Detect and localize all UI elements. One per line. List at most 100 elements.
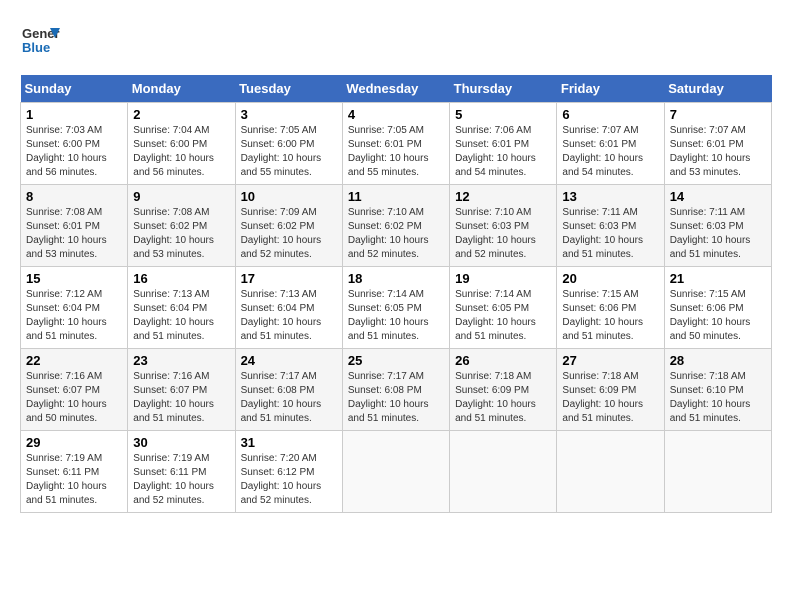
day-info: Sunrise: 7:10 AMSunset: 6:02 PMDaylight:… [348, 207, 429, 260]
calendar-cell: 24 Sunrise: 7:17 AMSunset: 6:08 PMDaylig… [235, 349, 342, 431]
day-number: 30 [133, 435, 229, 450]
day-number: 7 [670, 107, 766, 122]
calendar-cell: 15 Sunrise: 7:12 AMSunset: 6:04 PMDaylig… [21, 267, 128, 349]
day-info: Sunrise: 7:13 AMSunset: 6:04 PMDaylight:… [133, 289, 214, 342]
day-number: 17 [241, 271, 337, 286]
calendar-cell: 21 Sunrise: 7:15 AMSunset: 6:06 PMDaylig… [664, 267, 771, 349]
calendar-cell: 4 Sunrise: 7:05 AMSunset: 6:01 PMDayligh… [342, 103, 449, 185]
day-info: Sunrise: 7:17 AMSunset: 6:08 PMDaylight:… [348, 371, 429, 424]
calendar-cell: 10 Sunrise: 7:09 AMSunset: 6:02 PMDaylig… [235, 185, 342, 267]
day-info: Sunrise: 7:18 AMSunset: 6:09 PMDaylight:… [455, 371, 536, 424]
day-info: Sunrise: 7:03 AMSunset: 6:00 PMDaylight:… [26, 125, 107, 178]
day-number: 24 [241, 353, 337, 368]
day-info: Sunrise: 7:17 AMSunset: 6:08 PMDaylight:… [241, 371, 322, 424]
day-number: 2 [133, 107, 229, 122]
day-number: 5 [455, 107, 551, 122]
calendar-cell: 8 Sunrise: 7:08 AMSunset: 6:01 PMDayligh… [21, 185, 128, 267]
day-info: Sunrise: 7:20 AMSunset: 6:12 PMDaylight:… [241, 453, 322, 506]
calendar-cell: 11 Sunrise: 7:10 AMSunset: 6:02 PMDaylig… [342, 185, 449, 267]
day-number: 25 [348, 353, 444, 368]
day-number: 20 [562, 271, 658, 286]
calendar-cell [450, 431, 557, 513]
day-info: Sunrise: 7:19 AMSunset: 6:11 PMDaylight:… [26, 453, 107, 506]
day-number: 23 [133, 353, 229, 368]
calendar-cell: 2 Sunrise: 7:04 AMSunset: 6:00 PMDayligh… [128, 103, 235, 185]
calendar-week-row: 22 Sunrise: 7:16 AMSunset: 6:07 PMDaylig… [21, 349, 772, 431]
day-number: 8 [26, 189, 122, 204]
calendar-header-tuesday: Tuesday [235, 75, 342, 103]
calendar-cell: 12 Sunrise: 7:10 AMSunset: 6:03 PMDaylig… [450, 185, 557, 267]
day-info: Sunrise: 7:14 AMSunset: 6:05 PMDaylight:… [455, 289, 536, 342]
calendar-cell: 3 Sunrise: 7:05 AMSunset: 6:00 PMDayligh… [235, 103, 342, 185]
calendar-cell: 5 Sunrise: 7:06 AMSunset: 6:01 PMDayligh… [450, 103, 557, 185]
calendar-cell: 1 Sunrise: 7:03 AMSunset: 6:00 PMDayligh… [21, 103, 128, 185]
calendar-cell: 16 Sunrise: 7:13 AMSunset: 6:04 PMDaylig… [128, 267, 235, 349]
calendar-cell: 22 Sunrise: 7:16 AMSunset: 6:07 PMDaylig… [21, 349, 128, 431]
day-number: 12 [455, 189, 551, 204]
day-info: Sunrise: 7:06 AMSunset: 6:01 PMDaylight:… [455, 125, 536, 178]
calendar-cell: 17 Sunrise: 7:13 AMSunset: 6:04 PMDaylig… [235, 267, 342, 349]
day-number: 1 [26, 107, 122, 122]
day-number: 21 [670, 271, 766, 286]
calendar-header-wednesday: Wednesday [342, 75, 449, 103]
calendar-cell: 30 Sunrise: 7:19 AMSunset: 6:11 PMDaylig… [128, 431, 235, 513]
day-info: Sunrise: 7:19 AMSunset: 6:11 PMDaylight:… [133, 453, 214, 506]
calendar-cell: 28 Sunrise: 7:18 AMSunset: 6:10 PMDaylig… [664, 349, 771, 431]
day-info: Sunrise: 7:05 AMSunset: 6:00 PMDaylight:… [241, 125, 322, 178]
day-number: 19 [455, 271, 551, 286]
day-info: Sunrise: 7:11 AMSunset: 6:03 PMDaylight:… [562, 207, 643, 260]
calendar-week-row: 15 Sunrise: 7:12 AMSunset: 6:04 PMDaylig… [21, 267, 772, 349]
calendar-week-row: 29 Sunrise: 7:19 AMSunset: 6:11 PMDaylig… [21, 431, 772, 513]
day-info: Sunrise: 7:15 AMSunset: 6:06 PMDaylight:… [562, 289, 643, 342]
day-info: Sunrise: 7:11 AMSunset: 6:03 PMDaylight:… [670, 207, 751, 260]
day-number: 3 [241, 107, 337, 122]
calendar-cell: 23 Sunrise: 7:16 AMSunset: 6:07 PMDaylig… [128, 349, 235, 431]
header: General Blue [20, 20, 772, 65]
calendar-header-monday: Monday [128, 75, 235, 103]
calendar-cell [664, 431, 771, 513]
calendar-cell: 31 Sunrise: 7:20 AMSunset: 6:12 PMDaylig… [235, 431, 342, 513]
calendar-body: 1 Sunrise: 7:03 AMSunset: 6:00 PMDayligh… [21, 103, 772, 513]
day-number: 27 [562, 353, 658, 368]
calendar-cell: 26 Sunrise: 7:18 AMSunset: 6:09 PMDaylig… [450, 349, 557, 431]
day-info: Sunrise: 7:07 AMSunset: 6:01 PMDaylight:… [562, 125, 643, 178]
day-info: Sunrise: 7:18 AMSunset: 6:10 PMDaylight:… [670, 371, 751, 424]
calendar-cell: 13 Sunrise: 7:11 AMSunset: 6:03 PMDaylig… [557, 185, 664, 267]
day-number: 26 [455, 353, 551, 368]
calendar-cell [342, 431, 449, 513]
calendar-header-sunday: Sunday [21, 75, 128, 103]
day-info: Sunrise: 7:07 AMSunset: 6:01 PMDaylight:… [670, 125, 751, 178]
calendar-cell: 19 Sunrise: 7:14 AMSunset: 6:05 PMDaylig… [450, 267, 557, 349]
calendar-cell: 7 Sunrise: 7:07 AMSunset: 6:01 PMDayligh… [664, 103, 771, 185]
day-info: Sunrise: 7:18 AMSunset: 6:09 PMDaylight:… [562, 371, 643, 424]
day-number: 11 [348, 189, 444, 204]
day-number: 13 [562, 189, 658, 204]
day-info: Sunrise: 7:08 AMSunset: 6:02 PMDaylight:… [133, 207, 214, 260]
day-number: 31 [241, 435, 337, 450]
day-info: Sunrise: 7:13 AMSunset: 6:04 PMDaylight:… [241, 289, 322, 342]
day-info: Sunrise: 7:08 AMSunset: 6:01 PMDaylight:… [26, 207, 107, 260]
day-number: 4 [348, 107, 444, 122]
day-number: 9 [133, 189, 229, 204]
calendar-cell [557, 431, 664, 513]
calendar-cell: 18 Sunrise: 7:14 AMSunset: 6:05 PMDaylig… [342, 267, 449, 349]
calendar-table: SundayMondayTuesdayWednesdayThursdayFrid… [20, 75, 772, 513]
calendar-cell: 20 Sunrise: 7:15 AMSunset: 6:06 PMDaylig… [557, 267, 664, 349]
day-number: 22 [26, 353, 122, 368]
calendar-cell: 14 Sunrise: 7:11 AMSunset: 6:03 PMDaylig… [664, 185, 771, 267]
logo: General Blue [20, 20, 60, 65]
day-number: 28 [670, 353, 766, 368]
day-number: 14 [670, 189, 766, 204]
calendar-cell: 9 Sunrise: 7:08 AMSunset: 6:02 PMDayligh… [128, 185, 235, 267]
day-number: 10 [241, 189, 337, 204]
day-number: 18 [348, 271, 444, 286]
day-info: Sunrise: 7:16 AMSunset: 6:07 PMDaylight:… [26, 371, 107, 424]
calendar-header-row: SundayMondayTuesdayWednesdayThursdayFrid… [21, 75, 772, 103]
day-info: Sunrise: 7:14 AMSunset: 6:05 PMDaylight:… [348, 289, 429, 342]
day-info: Sunrise: 7:12 AMSunset: 6:04 PMDaylight:… [26, 289, 107, 342]
svg-text:Blue: Blue [22, 40, 50, 55]
day-number: 29 [26, 435, 122, 450]
calendar-cell: 25 Sunrise: 7:17 AMSunset: 6:08 PMDaylig… [342, 349, 449, 431]
calendar-cell: 27 Sunrise: 7:18 AMSunset: 6:09 PMDaylig… [557, 349, 664, 431]
calendar-week-row: 1 Sunrise: 7:03 AMSunset: 6:00 PMDayligh… [21, 103, 772, 185]
